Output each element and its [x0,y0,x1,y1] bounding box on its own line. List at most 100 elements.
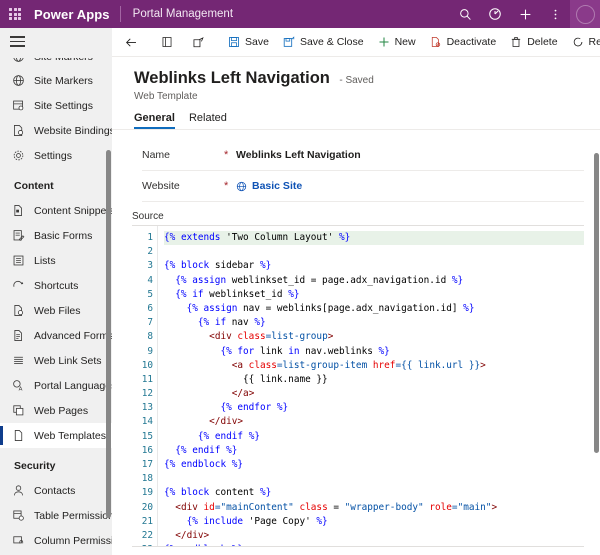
sidebar-item-web-pages[interactable]: Web Pages [0,398,112,423]
line-number: 5 [147,288,153,300]
line-number: 14 [141,416,153,428]
sidebar-item-web-templates[interactable]: Web Templates [0,423,112,448]
code-line[interactable] [164,472,584,486]
sidebar-clipped-item[interactable]: Site Markers [0,58,112,68]
code-token: id [197,501,215,513]
code-line[interactable]: {% assign weblinkset_id = page.adx_navig… [164,274,584,288]
delete-button[interactable]: Delete [503,28,564,57]
line-number: 11 [141,373,153,385]
field-name[interactable]: Name * Weblinks Left Navigation [142,140,584,171]
snippet-icon [10,202,27,219]
code-token: include [203,515,244,527]
source-code-editor[interactable]: 1234567891011121314151617181920212223 {%… [132,225,584,547]
sidebar-item-content-snippets[interactable]: Content Snippets [0,198,112,223]
code-line[interactable]: <div id="mainContent" class = "wrapper-b… [164,501,584,515]
code-token: for [237,345,255,357]
refresh-label: Refresh [588,36,600,48]
sidebar-item-contacts[interactable]: Contacts [0,478,112,503]
deactivate-button[interactable]: Deactivate [423,28,504,57]
sidebar-item-basic-forms[interactable]: Basic Forms [0,223,112,248]
code-token: %} [451,274,464,286]
code-line[interactable]: {% endblock %} [164,458,584,472]
code-token: {% [164,402,238,414]
app-name[interactable]: Portal Management [121,8,233,20]
sidebar-item-portal-languages[interactable]: A Portal Languages [0,373,112,398]
code-line[interactable]: {% extends 'Two Column Layout' %} [164,231,584,246]
code-token: </ [164,388,244,400]
table-permission-icon [10,507,27,524]
code-token: %} [259,487,272,499]
show-chart-button[interactable] [154,28,185,57]
sidebar-item-label: Table Permissions [34,509,112,522]
code-token: %} [338,232,351,243]
code-token: content [209,487,260,499]
command-bar: Save Save & Close New Deactivate Delete … [112,28,600,57]
sidebar-item-site-markers[interactable]: Site Markers [0,68,112,93]
code-line[interactable]: {% endfor %} [164,401,584,415]
code-line[interactable]: {% endblock %} [164,543,584,546]
code-line[interactable] [164,245,584,259]
sidebar-scroll-region: Site Markers Site Markers Site Settings [0,58,112,555]
code-line[interactable]: {% endif %} [164,444,584,458]
code-line[interactable]: </a> [164,387,584,401]
sidebar-item-table-permissions[interactable]: Table Permissions [0,503,112,528]
sidebar-item-web-link-sets[interactable]: Web Link Sets [0,348,112,373]
sidebar-item-lists[interactable]: Lists [0,248,112,273]
refresh-button[interactable]: Refresh [565,28,600,57]
web-page-icon [10,402,27,419]
save-and-close-button[interactable]: Save & Close [276,28,371,57]
website-lookup-link[interactable]: Basic Site [236,180,302,192]
back-button[interactable] [118,28,150,57]
sidebar-item-web-files[interactable]: Web Files [0,298,112,323]
code-line[interactable]: {% if weblinkset_id %} [164,288,584,302]
more-icon[interactable] [540,0,570,28]
new-button[interactable]: New [371,28,423,57]
sidebar-item-column-permissions[interactable]: Column Permissio... [0,528,112,553]
field-website[interactable]: Website * Basic Site [142,171,584,202]
sitemap-toggle-button[interactable] [0,28,112,58]
code-token: %} [254,317,266,329]
save-icon [228,36,240,48]
tab-general[interactable]: General [134,112,175,129]
brand-title[interactable]: Power Apps [30,7,120,22]
avatar[interactable] [570,0,600,28]
sidebar-item-website-bindings[interactable]: Website Bindings [0,118,112,143]
line-number: 15 [141,430,153,442]
add-icon[interactable] [510,0,540,28]
code-token: {% [164,288,193,300]
code-token: =list-group-item [276,359,368,371]
code-token: {% [164,345,238,357]
save-button[interactable]: Save [221,28,276,57]
code-line[interactable]: <div class=list-group> [164,330,584,344]
main-scrollbar[interactable] [594,153,599,453]
code-line[interactable]: </div> [164,529,584,543]
code-token: nav = weblinks[page.adx_navigation.id] [237,302,464,314]
sidebar-item-site-settings[interactable]: Site Settings [0,93,112,118]
back-arrow-icon [125,36,138,49]
code-line[interactable]: {% for link in nav.weblinks %} [164,345,584,359]
sidebar-item-label: Site Markers [34,58,93,63]
code-line[interactable]: </div> [164,415,584,429]
language-icon: A [10,377,27,394]
code-line[interactable]: {% include 'Page Copy' %} [164,515,584,529]
sidebar-item-advanced-forms[interactable]: Advanced Forms [0,323,112,348]
sidebar-item-settings[interactable]: Settings [0,143,112,168]
open-new-window-button[interactable] [185,28,217,57]
code-line[interactable]: {{ link.name }} [164,373,584,387]
environment-icon[interactable] [480,0,510,28]
sidebar-item-shortcuts[interactable]: Shortcuts [0,273,112,298]
code-line[interactable]: {% block content %} [164,486,584,500]
name-input[interactable]: Weblinks Left Navigation [236,149,361,161]
code-line[interactable]: {% if nav %} [164,316,584,330]
code-line[interactable]: {% block sidebar %} [164,259,584,273]
code-line[interactable]: <a class=list-group-item href={{ link.ur… [164,359,584,373]
sidebar-item-label: Web Link Sets [34,354,102,367]
waffle-grid-icon[interactable] [0,0,30,28]
code-token: endfor [237,402,272,414]
editor-code-area[interactable]: {% extends 'Two Column Layout' %} {% blo… [158,226,584,546]
sidebar-scrollbar[interactable] [106,150,111,518]
code-line[interactable]: {% assign nav = weblinks[page.adx_naviga… [164,302,584,316]
search-icon[interactable] [450,0,480,28]
code-line[interactable]: {% endif %} [164,430,584,444]
tab-related[interactable]: Related [189,112,227,129]
